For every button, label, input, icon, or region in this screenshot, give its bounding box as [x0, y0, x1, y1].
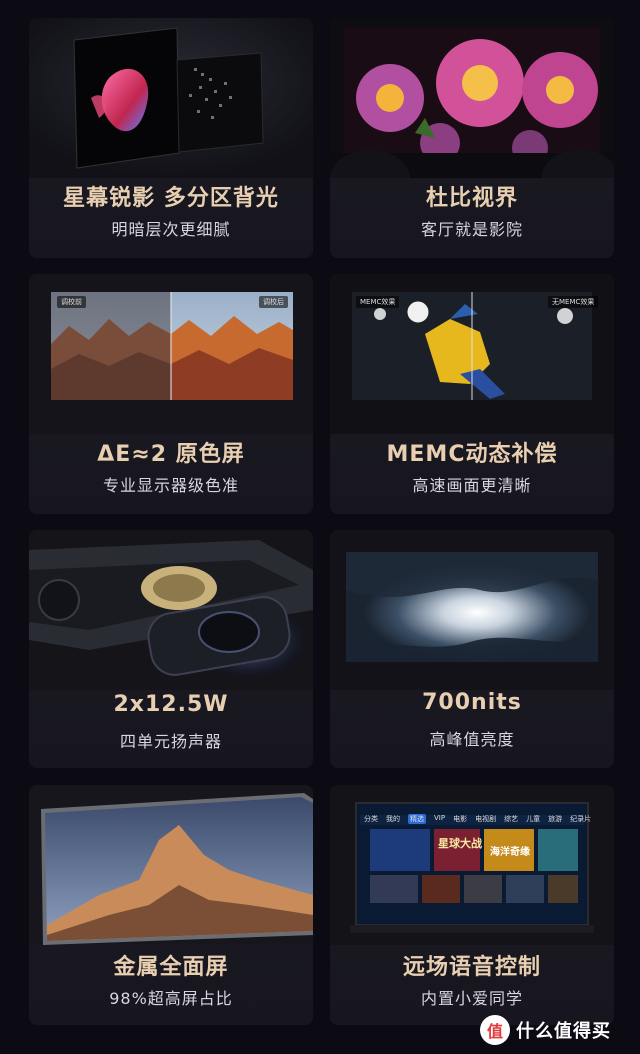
feature-subtitle: 高速画面更清晰	[412, 476, 532, 495]
feature-subtitle: 四单元扬声器	[119, 732, 222, 751]
feature-subtitle: 专业显示器级色准	[102, 476, 239, 495]
feature-subtitle: 客厅就是影院	[420, 220, 523, 239]
memc-on-tag: MEMC效果	[356, 296, 400, 308]
feature-image-speakers	[29, 530, 313, 690]
feature-title: 700nits	[422, 690, 522, 715]
feature-card-local-dimming: 星幕锐影 多分区背光 明暗层次更细腻	[29, 18, 313, 258]
feature-subtitle: 明暗层次更细腻	[111, 220, 231, 239]
tv-menu-item: 儿童	[526, 815, 541, 823]
feature-card-voice-control: 分类 我的 精选 VIP 电影 电视剧 综艺 儿童 旅游 纪录片 星球大战 海洋…	[330, 785, 614, 1025]
feature-title: 星幕锐影 多分区背光	[63, 186, 279, 211]
feature-image-local-dimming	[29, 18, 313, 178]
feature-title: MEMC动态补偿	[386, 442, 558, 467]
feature-image-color-accuracy: 调校前 调校后	[29, 274, 313, 434]
feature-card-speakers: 2x12.5W 四单元扬声器	[29, 530, 313, 768]
tv-menu-bar: 分类 我的 精选 VIP 电影 电视剧 综艺 儿童 旅游 纪录片	[364, 814, 591, 824]
feature-image-dolby-vision	[330, 18, 614, 178]
feature-card-brightness: 700nits 高峰值亮度	[330, 530, 614, 768]
feature-subtitle: 高峰值亮度	[429, 730, 515, 749]
feature-card-metal-screen: 金属全面屏 98%超高屏占比	[29, 785, 313, 1025]
feature-card-memc: MEMC效果 无MEMC效果 MEMC动态补偿 高速画面更清晰	[330, 274, 614, 514]
feature-image-voice-control: 分类 我的 精选 VIP 电影 电视剧 综艺 儿童 旅游 纪录片 星球大战 海洋…	[330, 785, 614, 945]
feature-card-color-accuracy: 调校前 调校后 ΔE≈2 原色屏 专业显示器级色准	[29, 274, 313, 514]
tv-menu-item: 电视剧	[475, 815, 497, 823]
tv-poster-title: 星球大战	[438, 837, 482, 850]
memc-off-tag: 无MEMC效果	[548, 296, 599, 308]
after-tag: 调校后	[259, 296, 288, 308]
tv-menu-item: 精选	[408, 814, 426, 824]
feature-title: 远场语音控制	[402, 955, 541, 980]
feature-image-brightness	[330, 530, 614, 690]
feature-title: 杜比视界	[425, 186, 518, 211]
tv-menu-item: 分类	[364, 815, 378, 823]
feature-image-metal-screen	[29, 785, 313, 945]
feature-title: 金属全面屏	[113, 955, 229, 980]
watermark-text: 什么值得买	[516, 1021, 611, 1042]
tv-menu-item: VIP	[434, 814, 446, 822]
tv-menu-item: 电影	[453, 815, 468, 823]
feature-card-dolby-vision: 杜比视界 客厅就是影院	[330, 18, 614, 258]
before-tag: 调校前	[57, 296, 86, 308]
feature-subtitle: 98%超高屏占比	[109, 989, 233, 1008]
smzdm-watermark: 值 什么值得买	[480, 1013, 635, 1047]
tv-menu-item: 我的	[386, 815, 400, 823]
smzdm-logo-icon: 值	[480, 1015, 510, 1045]
feature-title: ΔE≈2 原色屏	[97, 442, 245, 467]
tv-menu-item: 旅游	[548, 815, 563, 823]
feature-title: 2x12.5W	[113, 692, 229, 717]
feature-image-memc: MEMC效果 无MEMC效果	[330, 274, 614, 434]
feature-subtitle: 内置小爱同学	[420, 989, 523, 1008]
tv-poster-title: 海洋奇缘	[490, 847, 530, 858]
tv-menu-item: 综艺	[504, 815, 519, 823]
tv-menu-item: 纪录片	[570, 815, 592, 823]
